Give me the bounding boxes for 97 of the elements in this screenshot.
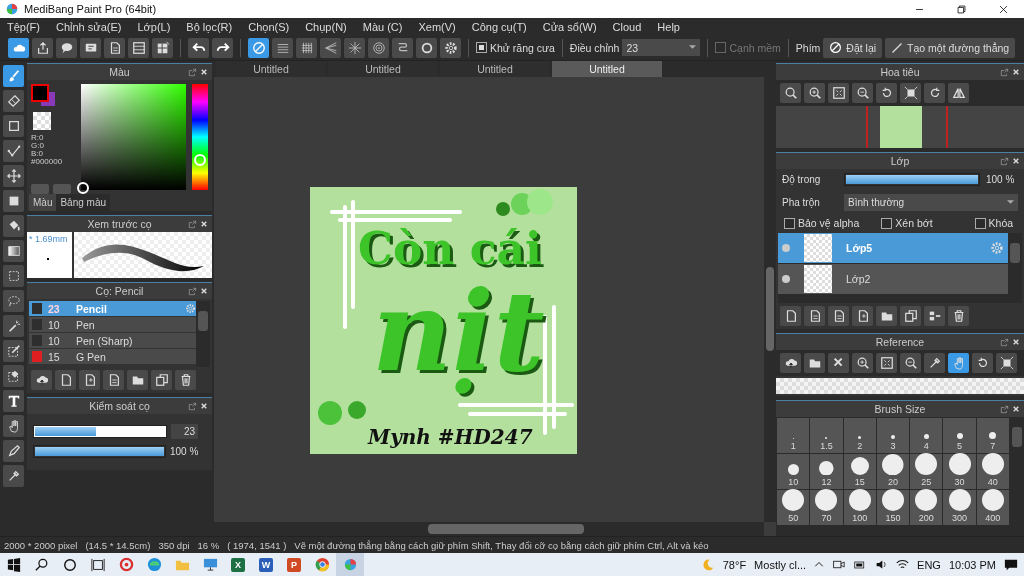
language-indicator[interactable]: ENG — [917, 558, 941, 571]
menu-item[interactable]: Lớp(L) — [130, 20, 180, 33]
size-label: * 1.69mm — [29, 234, 68, 244]
checkbox-label: Cạnh mềm — [729, 41, 781, 54]
brush-size-cell[interactable]: 4 — [910, 418, 943, 453]
brush-size-cell[interactable]: 70 — [810, 490, 843, 525]
app-letter: W — [259, 557, 273, 572]
menu-item[interactable]: Cloud — [605, 20, 651, 33]
menu-item[interactable]: Tệp(F) — [0, 20, 49, 33]
brush-size-cell[interactable]: 12 — [810, 454, 843, 489]
brush-row[interactable]: 15 G Pen — [29, 349, 196, 365]
slider-value: 100 % — [986, 174, 1015, 185]
brush-size: 10 — [48, 318, 61, 331]
panel-title: Màu — [109, 66, 130, 78]
taskbar-button[interactable]: P — [280, 553, 308, 576]
menu-item[interactable]: Công cụ(T) — [464, 20, 536, 33]
panel-title: Reference — [875, 336, 925, 348]
taskbar-button[interactable]: X — [224, 553, 252, 576]
panel-title: Kiểm soát cọ — [89, 400, 150, 412]
value-field[interactable]: 23 — [171, 424, 198, 439]
document-tab[interactable]: Untitled — [552, 61, 662, 77]
key-label: Phím — [795, 41, 821, 54]
brush-name: Pen (Sharp) — [76, 334, 134, 347]
brush-size: 23 — [48, 302, 61, 315]
menu-item[interactable]: Chỉnh sửa(E) — [49, 20, 131, 33]
rgb-value: R:0 — [31, 134, 45, 142]
app-letter: X — [231, 557, 245, 572]
blend-dropdown[interactable]: Bình thường — [844, 194, 1018, 211]
taskbar-button[interactable]: W — [252, 553, 280, 576]
menu-item[interactable]: Chọn(S) — [241, 20, 299, 33]
checkbox-label: Xén bớt — [895, 217, 933, 229]
panel-title: Brush Size — [874, 403, 926, 415]
field-label: Điều chỉnh — [569, 41, 620, 54]
status-text: (14.5 * 14.5cm) — [85, 539, 151, 551]
layer-row[interactable]: Lớp2 — [778, 264, 1008, 294]
status-text: Vẽ một đường thẳng bằng cách giữ phím Shift, Thay đổi cỡ cọ bằng cách giữ phím Ctrl, Alt và kéo — [294, 539, 709, 551]
correction-dropdown[interactable]: 23 — [622, 39, 701, 56]
status-text: 350 dpi — [158, 539, 190, 551]
brush-row[interactable]: 10 Pen (Sharp) — [29, 333, 196, 349]
checkbox-label: Khử răng cưa — [490, 41, 555, 54]
menu-item[interactable]: Cửa sổ(W) — [535, 20, 606, 33]
brush-size-cell[interactable]: 5 — [943, 418, 976, 453]
panel-title: Xem trước cọ — [87, 218, 152, 230]
checkbox-label: Bảo vệ alpha — [798, 217, 860, 229]
menu-item[interactable]: Màu (C) — [355, 20, 412, 33]
brush-size-cell[interactable]: 10 — [777, 454, 810, 489]
brush-size-cell[interactable]: 40 — [976, 454, 1009, 489]
weather-text: Mostly cl... — [754, 558, 807, 571]
hex-value: #000000 — [31, 158, 64, 166]
straight-line-button[interactable]: Tạo một đường thẳng — [885, 37, 1016, 58]
reset-button[interactable]: Đặt lại — [823, 37, 883, 58]
status-text: ( 1974, 1541 ) — [227, 539, 287, 551]
brush-size-cell[interactable]: 400 — [976, 490, 1009, 525]
menu-item[interactable]: Bộ lọc(R) — [179, 20, 242, 33]
brush-row[interactable]: 10 Pen — [29, 317, 196, 333]
clock-text[interactable]: 10:03 PM — [948, 558, 996, 571]
menu-item[interactable]: Xem(V) — [411, 20, 465, 33]
checkbox-label: Khóa — [988, 217, 1014, 229]
layer-name: Lớp2 — [846, 273, 872, 285]
brush-size: 10 — [48, 334, 61, 347]
rgb-value: B:0 — [31, 150, 44, 158]
panel-title: Cọ: Pencil — [95, 285, 144, 297]
field-label: Pha trộn — [782, 197, 821, 208]
layer-name: Lớp5 — [846, 242, 874, 254]
brush-name: G Pen — [76, 350, 107, 363]
brush-name: Pencil — [76, 302, 108, 315]
brush-size-cell[interactable]: 100 — [843, 490, 876, 525]
brush-size-cell[interactable]: 2 — [843, 418, 876, 453]
panel-tab[interactable]: Màu — [29, 194, 57, 211]
field-label: Độ trong — [782, 174, 822, 185]
brush-size-cell[interactable]: 7 — [976, 418, 1009, 453]
brush-size-cell[interactable]: 20 — [876, 454, 910, 489]
brush-size-cell[interactable]: 1 — [777, 418, 810, 453]
panel-title: Lớp — [890, 155, 910, 167]
brush-size-cell[interactable]: 30 — [943, 454, 976, 489]
brush-size-cell[interactable]: 50 — [777, 490, 810, 525]
rgb-value: G:0 — [31, 142, 45, 150]
menu-item[interactable]: Help — [650, 20, 689, 33]
panel-title: Hoa tiêu — [880, 66, 920, 78]
app-letter: P — [287, 557, 301, 572]
panel-tab[interactable]: Bảng màu — [56, 194, 111, 211]
brush-size-cell[interactable]: 150 — [876, 490, 910, 525]
brush-size-cell[interactable]: 15 — [843, 454, 876, 489]
brush-size: 15 — [48, 350, 61, 363]
brush-size-cell[interactable]: 1.5 — [810, 418, 843, 453]
artwork-text: Mynh #HD247 — [368, 425, 533, 449]
brush-size-cell[interactable]: 300 — [943, 490, 976, 525]
menu-item[interactable]: Chụp(N) — [298, 20, 356, 33]
brush-size-cell[interactable]: 3 — [876, 418, 910, 453]
brush-size-cell[interactable]: 200 — [910, 490, 943, 525]
brush-name: Pen — [76, 318, 96, 331]
brush-size-cell[interactable]: 25 — [910, 454, 943, 489]
temperature-text: 78°F — [722, 558, 747, 571]
slider-value: 100 % — [170, 446, 199, 457]
window-title: MediBang Paint Pro (64bit) — [24, 3, 158, 15]
status-text: 2000 * 2000 pixel — [4, 539, 78, 551]
status-text: 16 % — [197, 539, 220, 551]
